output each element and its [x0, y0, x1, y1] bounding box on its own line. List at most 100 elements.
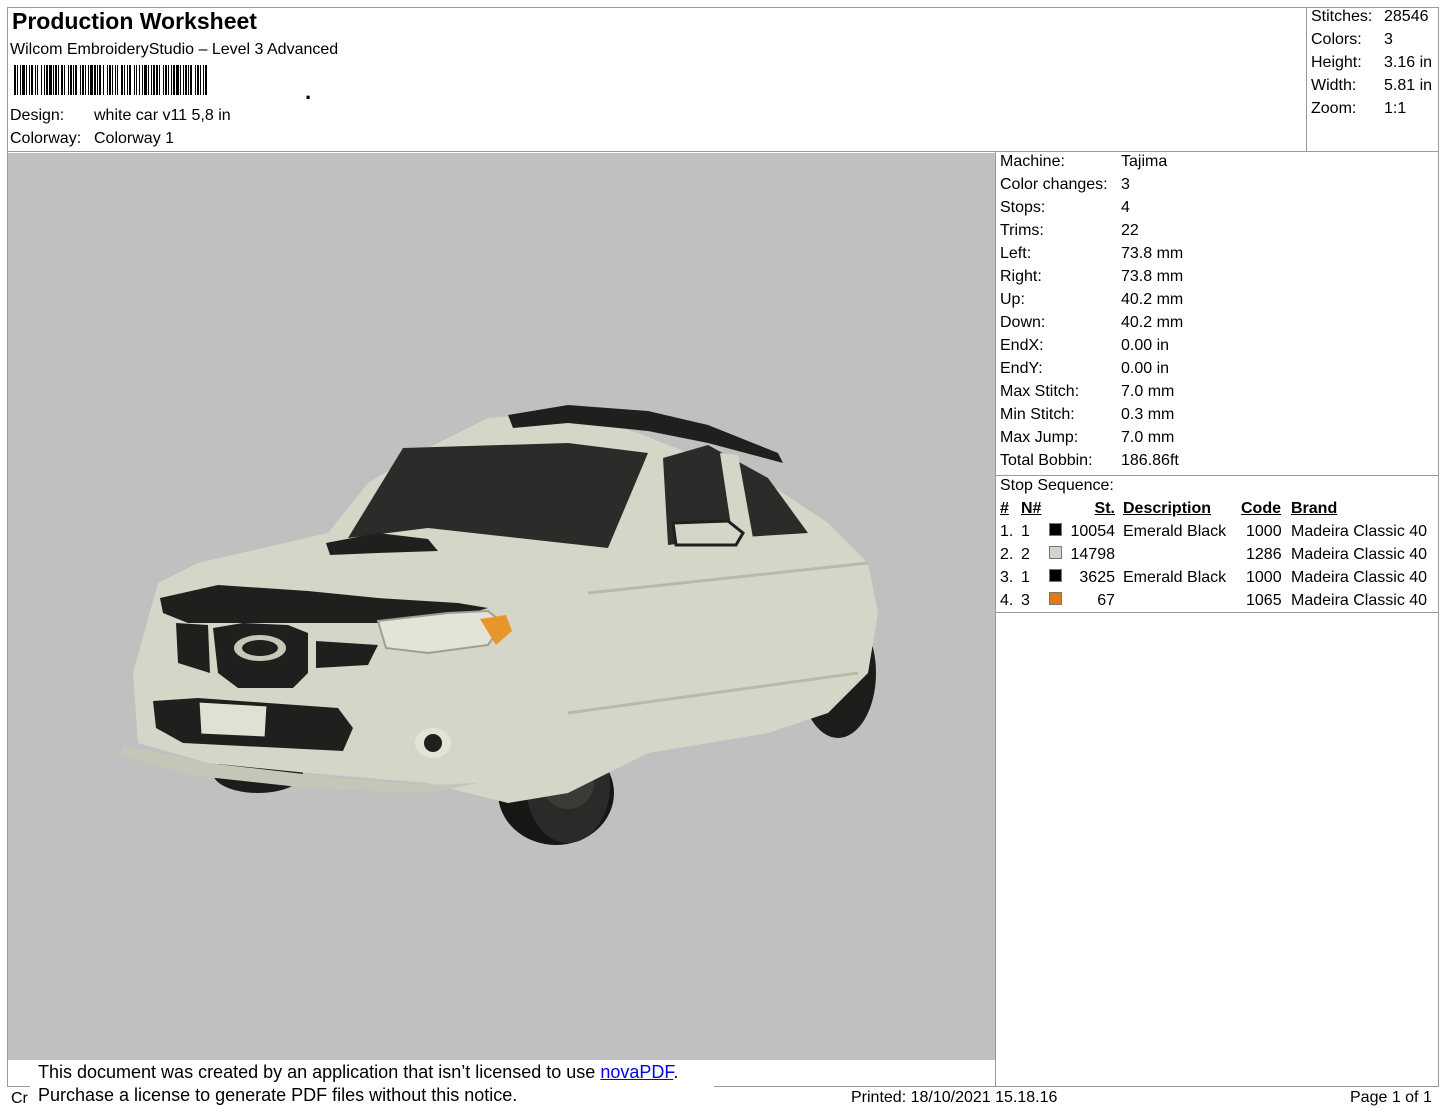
barcode-bar: [136, 65, 137, 95]
total-bobbin-value: 186.86ft: [1121, 452, 1179, 469]
design-value: white car v11 5,8 in: [94, 107, 231, 124]
row-needle: 3: [1021, 592, 1030, 609]
page-number: Page 1 of 1: [1350, 1089, 1432, 1106]
zoom-label: Zoom:: [1311, 100, 1357, 117]
barcode-bar: [173, 65, 175, 95]
width-value: 5.81 in: [1384, 77, 1433, 94]
right-value: 73.8 mm: [1121, 268, 1184, 285]
row-num: 3.: [1000, 569, 1014, 586]
barcode-bar: [205, 65, 207, 95]
design-label: Design:: [10, 107, 65, 124]
row-num: 1.: [1000, 523, 1014, 540]
barcode-bar: [55, 65, 57, 95]
height-label: Height:: [1311, 54, 1362, 71]
up-value: 40.2 mm: [1121, 291, 1184, 308]
min-stitch-label: Min Stitch:: [1000, 406, 1075, 423]
frame-right-border: [1438, 7, 1439, 1087]
barcode-bar: [185, 65, 187, 95]
down-value: 40.2 mm: [1121, 314, 1184, 331]
max-stitch-label: Max Stitch:: [1000, 383, 1080, 400]
barcode-bar: [49, 65, 52, 95]
left-label: Left:: [1000, 245, 1032, 262]
barcode-bar: [127, 65, 128, 95]
stop-table-divider: [996, 612, 1438, 613]
row-brand: Madeira Classic 40: [1291, 546, 1428, 563]
page-title: Production Worksheet: [12, 8, 257, 34]
row-num: 4.: [1000, 592, 1014, 609]
barcode-bar: [115, 65, 116, 95]
barcode-bar: [183, 65, 184, 95]
barcode-bar: [151, 65, 152, 95]
row-brand: Madeira Classic 40: [1291, 592, 1428, 609]
barcode-bar: [139, 65, 140, 95]
barcode-bar: [20, 65, 21, 95]
barcode-bar: [180, 65, 181, 95]
colorway-value: Colorway 1: [94, 130, 175, 147]
barcode-bar: [117, 65, 118, 95]
barcode-bar: [156, 65, 158, 95]
row-code: 1000: [1246, 569, 1282, 586]
endy-label: EndY:: [1000, 360, 1043, 377]
notice-line-2: Purchase a license to generate PDF files…: [38, 1085, 518, 1105]
barcode-bar: [14, 65, 16, 95]
zoom-value: 1:1: [1384, 100, 1407, 117]
barcode-bar: [109, 65, 111, 95]
row-code: 1065: [1246, 592, 1282, 609]
barcode: ,: [14, 65, 311, 99]
up-label: Up:: [1000, 291, 1025, 308]
row-stitches: 14798: [1070, 546, 1116, 563]
machine-value: Tajima: [1121, 153, 1168, 170]
barcode-bar: [94, 65, 96, 95]
row-stitches: 10054: [1070, 523, 1116, 540]
column-header-code: Code: [1241, 500, 1281, 517]
stops-value: 4: [1121, 199, 1130, 216]
barcode-bar: [148, 65, 149, 95]
barcode-bar: [46, 65, 48, 95]
row-needle: 1: [1021, 523, 1030, 540]
barcode-bar: [44, 65, 45, 95]
barcode-bar: [70, 65, 72, 95]
machine-label: Machine:: [1000, 153, 1065, 170]
barcode-bar: [29, 65, 30, 95]
row-description: Emerald Black: [1123, 569, 1227, 586]
colors-label: Colors:: [1311, 31, 1362, 48]
stops-label: Stops:: [1000, 199, 1046, 216]
notice-period: .: [673, 1062, 679, 1082]
row-brand: Madeira Classic 40: [1291, 523, 1428, 540]
endx-value: 0.00 in: [1121, 337, 1170, 354]
barcode-bar: [153, 65, 155, 95]
barcode-bar: [35, 65, 36, 95]
max-stitch-value: 7.0 mm: [1121, 383, 1175, 400]
license-notice: This document was created by an applicat…: [30, 1060, 714, 1116]
height-value: 3.16 in: [1384, 54, 1433, 71]
barcode-bar: [31, 65, 33, 95]
barcode-bar: [142, 65, 143, 95]
design-preview: [8, 153, 995, 1060]
barcode-bar: [82, 65, 84, 95]
barcode-bar: [103, 65, 104, 95]
barcode-bar: [58, 65, 59, 95]
min-stitch-value: 0.3 mm: [1121, 406, 1175, 423]
row-code: 1000: [1246, 523, 1282, 540]
colors-value: 3: [1384, 31, 1393, 48]
barcode-bar: [112, 65, 113, 95]
column-header-needle: N#: [1021, 500, 1042, 517]
software-name: Wilcom EmbroideryStudio – Level 3 Advanc…: [10, 41, 339, 58]
row-description: Emerald Black: [1123, 523, 1227, 540]
row-needle: 2: [1021, 546, 1030, 563]
trims-label: Trims:: [1000, 222, 1044, 239]
barcode-bar: [188, 65, 189, 95]
barcode-bar: [107, 65, 108, 95]
total-bobbin-label: Total Bobbin:: [1000, 452, 1093, 469]
novapdf-link[interactable]: novaPDF: [600, 1062, 673, 1082]
colorway-label: Colorway:: [10, 130, 82, 147]
barcode-bar: [64, 65, 65, 95]
column-header-brand: Brand: [1291, 500, 1338, 517]
down-label: Down:: [1000, 314, 1046, 331]
barcode-bar: [195, 65, 196, 95]
barcode-bar: [90, 65, 93, 95]
footer-created-text: Cr: [11, 1090, 28, 1107]
column-header-description: Description: [1123, 500, 1212, 517]
barcode-bar: [190, 65, 192, 95]
max-jump-value: 7.0 mm: [1121, 429, 1175, 446]
